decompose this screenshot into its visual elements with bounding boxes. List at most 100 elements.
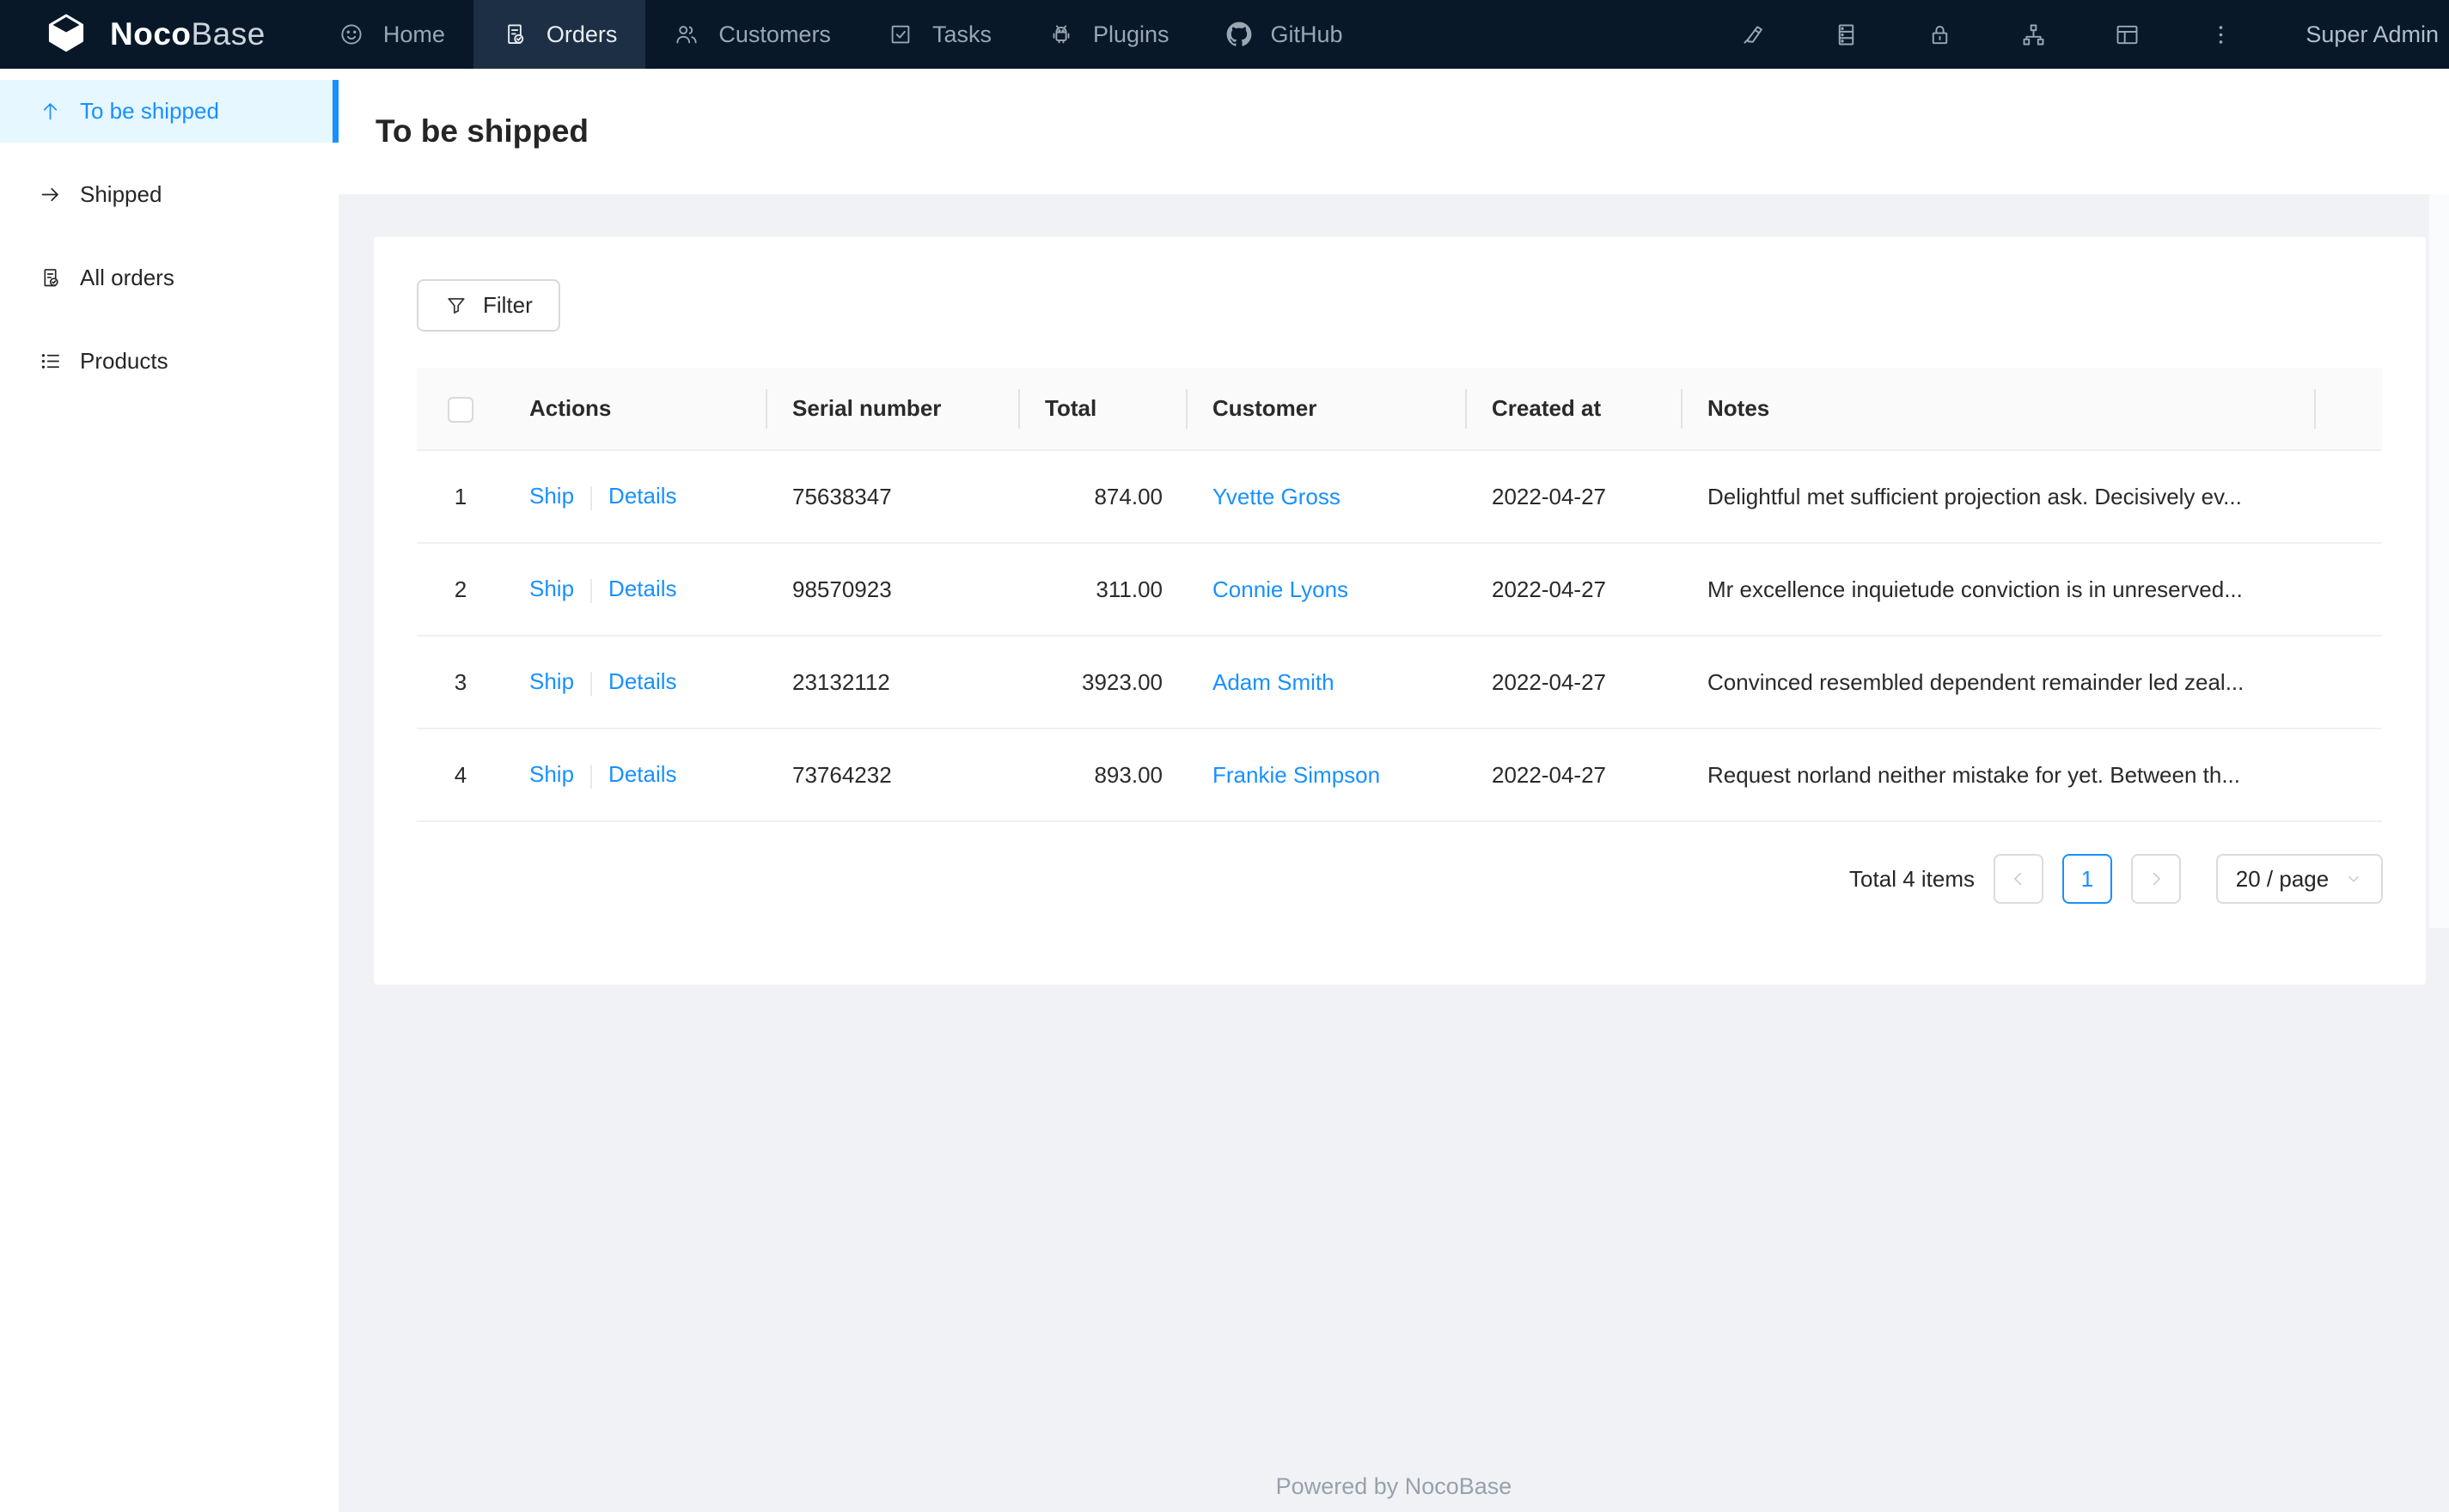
scrollbar-thumb[interactable] (2429, 194, 2449, 928)
action-divider (590, 485, 593, 510)
cell-notes: Mr excellence inquietude conviction is i… (1683, 544, 2316, 637)
cell-total: 893.00 (1020, 729, 1188, 822)
cell-spacer (2316, 729, 2382, 822)
top-navbar: NocoBase Home Orders Customers Tasks Plu… (0, 0, 2449, 69)
database-icon (1839, 24, 1854, 45)
table-row: 2 Ship Details 98570923 311.00 Connie Lyo… (417, 544, 2382, 637)
ui-editor-button[interactable] (1706, 21, 1799, 48)
sidebar-item-label: Shipped (80, 181, 162, 207)
cell-customer: Adam Smith (1188, 637, 1467, 729)
cell-serial-number: 75638347 (767, 451, 1020, 544)
cell-created-at: 2022-04-27 (1467, 544, 1683, 637)
table-header-row: Actions Serial number Total Customer Cre… (417, 368, 2382, 451)
lock-icon (1933, 25, 1948, 44)
details-link[interactable]: Details (608, 668, 676, 694)
row-actions: Ship Details (504, 451, 767, 544)
cell-created-at: 2022-04-27 (1467, 729, 1683, 822)
cell-customer: Yvette Gross (1188, 451, 1467, 544)
sidebar-item-label: All orders (80, 265, 174, 290)
details-link[interactable]: Details (608, 483, 676, 509)
ship-link[interactable]: Ship (529, 576, 574, 601)
sidebar-item-products[interactable]: Products (0, 330, 339, 393)
apartment-icon (2023, 24, 2044, 45)
workflow-button[interactable] (1987, 21, 2080, 48)
cell-serial-number: 23132112 (767, 637, 1020, 729)
logo-cube-icon (48, 14, 84, 52)
nav-item-customers[interactable]: Customers (645, 0, 859, 69)
pagination-prev-button[interactable] (1994, 854, 2043, 904)
arrow-right-icon (41, 187, 58, 202)
ship-link[interactable]: Ship (529, 761, 574, 787)
cell-created-at: 2022-04-27 (1467, 451, 1683, 544)
pagination-page-1-button[interactable]: 1 (2062, 854, 2112, 904)
sidebar-item-to-be-shipped[interactable]: To be shipped (0, 80, 339, 143)
ship-link[interactable]: Ship (529, 483, 574, 509)
ship-link[interactable]: Ship (529, 668, 574, 694)
layout-button[interactable] (2080, 21, 2174, 48)
arrow-up-icon (43, 103, 58, 120)
details-link[interactable]: Details (608, 761, 676, 787)
cell-total: 311.00 (1020, 544, 1188, 637)
table-row: 3 Ship Details 23132112 3923.00 Adam Smit… (417, 637, 2382, 729)
sidebar-item-shipped[interactable]: Shipped (0, 163, 339, 226)
chevron-down-icon (2348, 876, 2359, 882)
page-size-select[interactable]: 20 / page (2216, 854, 2383, 904)
nav-item-label: Home (382, 21, 445, 47)
robot-icon (1053, 25, 1070, 44)
row-index: 4 (417, 729, 504, 822)
select-all-checkbox[interactable] (448, 396, 473, 423)
filter-button[interactable]: Filter (417, 279, 560, 332)
row-index: 1 (417, 451, 504, 544)
pagination-total: Total 4 items (1849, 865, 1975, 892)
column-header-serial-number: Serial number (767, 368, 1020, 451)
list-icon (41, 354, 59, 369)
highlighter-icon (1744, 25, 1763, 44)
column-header-created-at: Created at (1467, 368, 1683, 451)
pagination: Total 4 items 1 20 / page (417, 854, 2383, 904)
more-vertical-icon (2220, 25, 2223, 44)
current-user-menu[interactable]: Super Admin (2305, 21, 2439, 48)
main-nav-menu: Home Orders Customers Tasks Plugins GitH… (310, 0, 1371, 69)
row-actions: Ship Details (504, 637, 767, 729)
page-title: To be shipped (376, 113, 589, 149)
cell-total: 3923.00 (1020, 637, 1188, 729)
nav-item-plugins[interactable]: Plugins (1020, 0, 1198, 69)
action-divider (590, 671, 593, 696)
cell-serial-number: 73764232 (767, 729, 1020, 822)
nav-item-home[interactable]: Home (310, 0, 473, 69)
cell-notes: Delightful met sufficient projection ask… (1683, 451, 2316, 544)
customer-link[interactable]: Adam Smith (1212, 669, 1334, 695)
file-done-icon (44, 269, 58, 287)
customer-link[interactable]: Frankie Simpson (1212, 762, 1380, 788)
more-menu-button[interactable] (2174, 21, 2268, 48)
sidebar: To be shipped Shipped All orders Product… (0, 69, 339, 1512)
column-header-customer: Customer (1188, 368, 1467, 451)
nav-item-github[interactable]: GitHub (1198, 0, 1371, 69)
content-area: Filter Actions Serial number Total Custo… (339, 194, 2449, 1512)
cell-notes: Convinced resembled dependent remainder … (1683, 637, 2316, 729)
nav-item-label: Tasks (931, 21, 992, 47)
customer-link[interactable]: Yvette Gross (1212, 484, 1341, 509)
row-actions: Ship Details (504, 544, 767, 637)
customer-link[interactable]: Connie Lyons (1212, 576, 1348, 602)
smile-icon (341, 24, 362, 45)
sidebar-item-label: Products (80, 348, 168, 374)
pagination-next-button[interactable] (2131, 854, 2181, 904)
collections-button[interactable] (1799, 21, 1893, 48)
cell-serial-number: 98570923 (767, 544, 1020, 637)
nav-item-tasks[interactable]: Tasks (859, 0, 1020, 69)
nocobase-logo[interactable]: NocoBase (0, 0, 310, 69)
nav-item-orders[interactable]: Orders (473, 0, 646, 69)
sidebar-item-all-orders[interactable]: All orders (0, 247, 339, 309)
check-square-icon (891, 25, 910, 44)
permissions-button[interactable] (1893, 21, 1987, 48)
table-row: 1 Ship Details 75638347 874.00 Yvette Gro… (417, 451, 2382, 544)
powered-by-footer: Powered by NocoBase (1275, 1473, 1512, 1499)
details-link[interactable]: Details (608, 576, 676, 601)
action-divider (590, 764, 593, 789)
nav-right-tools: Super Admin (1706, 0, 2449, 69)
logo-text: NocoBase (110, 16, 266, 52)
chevron-left-icon (2014, 872, 2022, 886)
select-all-header (417, 368, 504, 451)
page-size-value: 20 / page (2235, 865, 2330, 892)
